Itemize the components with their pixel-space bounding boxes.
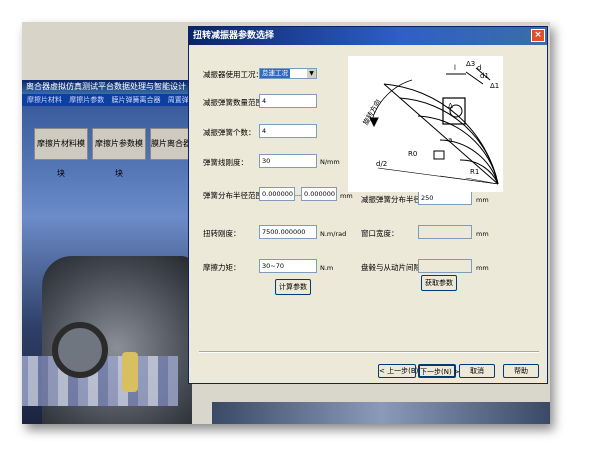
diagram-label-d1: d1 [480,72,489,80]
diagram-label-d: d [477,64,481,72]
damper-diagram: l Δ3 d d1 Δ1 Δ 旋转方向 R0 d/2 R1 a [348,56,503,192]
friction-torque-label: 摩擦力矩： [203,263,241,272]
spring-stiffness-unit: N/mm [320,158,340,166]
diagram-label-delta: Δ [448,102,453,110]
spring-radius-input[interactable]: 250 [418,191,472,205]
spring-stiffness-label: 弹簧线刚度： [203,158,248,167]
engine-part [122,352,138,392]
engine-pulley [52,322,108,378]
friction-torque-unit: N.m [320,264,334,272]
disc-gap-unit: mm [476,264,489,272]
diagram-label-delta1: Δ1 [490,82,499,90]
friction-params-module-button[interactable]: 摩擦片参数模块 [92,128,146,178]
dialog-title: 扭转减振器参数选择 [193,31,275,41]
disc-gap-input[interactable] [418,259,472,273]
spring-count-input[interactable]: 4 [259,124,317,138]
spring-radius-min-input[interactable]: 0.000000 [259,187,295,201]
background-app-title: 离合器虚拟仿真测试平台数据处理与智能设计 [22,80,196,94]
dialog-titlebar: 扭转减振器参数选择 × [189,27,547,45]
back-button[interactable]: < 上一步(B) [378,364,418,378]
friction-material-module-button[interactable]: 摩擦片材料模块 [34,128,88,178]
usage-condition-value: 怠速工况 [260,69,290,78]
diagram-label-d2: d/2 [376,160,387,168]
torsional-stiffness-input[interactable]: 7500.000000 [259,225,317,239]
spring-count-range-input[interactable]: 4 [259,94,317,108]
usage-condition-select[interactable]: 怠速工况 ▼ [259,68,317,79]
chevron-down-icon[interactable]: ▼ [307,69,316,78]
diagram-label-delta3: Δ3 [466,60,475,68]
spring-radius-unit: mm [476,196,489,204]
window-width-unit: mm [476,230,489,238]
menu-item-friction-material[interactable]: 摩擦片材料 [27,96,62,104]
diagram-label-l: l [454,64,456,72]
next-button[interactable]: 下一步(N) > [418,364,460,378]
spring-radius-range-unit: mm [340,192,353,200]
window-width-label: 窗口宽度： [361,229,399,238]
diagram-label-r1: R1 [470,168,479,176]
diagram-label-r0: R0 [408,150,417,158]
help-button[interactable]: 帮助 [503,364,539,378]
diagram-label-a: a [448,136,452,144]
usage-condition-label: 减振器使用工况： [203,70,263,79]
spring-radius-max-input[interactable]: 0.000000 [301,187,337,201]
background-menubar: 摩擦片材料 摩擦片参数 膜片弹簧离合器 周置弹簧离合 [22,94,192,106]
cancel-button[interactable]: 取消 [459,364,495,378]
spring-count-label: 减振弹簧个数： [203,128,256,137]
get-params-button[interactable]: 获取参数 [421,275,457,291]
footer-divider [199,351,539,353]
torsional-stiffness-unit: N.m/rad [320,230,347,238]
spring-stiffness-input[interactable]: 30 [259,154,317,168]
close-icon[interactable]: × [531,29,545,42]
menu-item-diaphragm-clutch[interactable]: 膜片弹簧离合器 [111,96,160,104]
damper-params-dialog: 扭转减振器参数选择 × 减振器使用工况： 怠速工况 ▼ 减振弹簧数量范围： 4 … [188,26,548,384]
background-lower-strip [212,402,550,424]
menu-item-friction-params[interactable]: 摩擦片参数 [69,96,104,104]
compute-params-button[interactable]: 计算参数 [275,279,311,295]
friction-torque-input[interactable]: 30~70 [259,259,317,273]
torsional-stiffness-label: 扭转刚度： [203,229,241,238]
window-width-input[interactable] [418,225,472,239]
